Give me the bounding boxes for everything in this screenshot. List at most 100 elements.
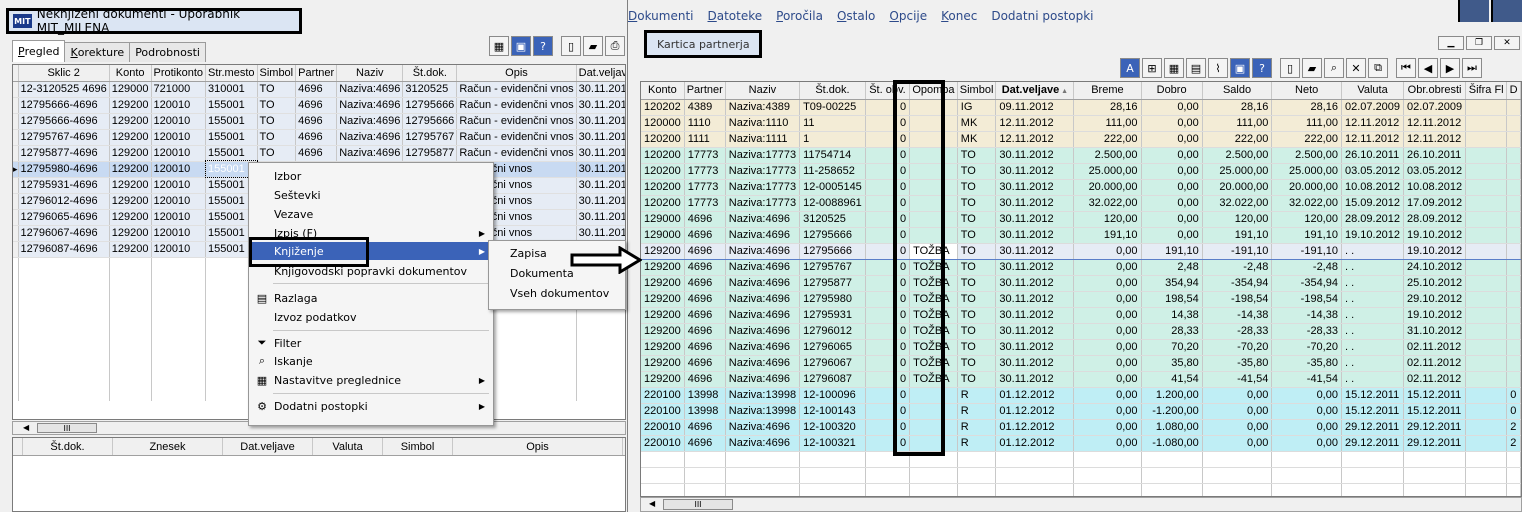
table-row[interactable]: 120202 4389 Naziva:4389 T09-00225 0 IG 09.11.2… xyxy=(641,99,1521,116)
column-header[interactable]: Str.mesto xyxy=(205,65,258,82)
table-cell[interactable]: 220010 xyxy=(641,435,685,452)
minimize-icon[interactable]: ▁ xyxy=(1438,36,1464,50)
menu-ostalo[interactable]: Ostalo xyxy=(837,9,875,23)
table-row[interactable]: 12795767-4696 129200 120010 155001 TO 4696 Naz… xyxy=(13,129,625,146)
table-cell[interactable]: 0 xyxy=(865,195,911,212)
column-header[interactable]: Protikonto xyxy=(151,65,207,82)
table-cell[interactable]: 129200 xyxy=(109,113,152,130)
table-cell[interactable]: 0 xyxy=(865,259,911,276)
table-cell[interactable]: 129000 xyxy=(109,81,152,98)
display-icon[interactable]: ▣ xyxy=(1230,58,1250,78)
table-cell[interactable]: 0 xyxy=(865,115,911,132)
table-cell[interactable] xyxy=(1465,195,1508,212)
table-cell[interactable] xyxy=(1465,275,1508,292)
table-cell[interactable] xyxy=(1506,179,1521,196)
col-header[interactable]: Valuta xyxy=(313,438,383,455)
menu-item-filter[interactable]: ⏷ Filter xyxy=(249,334,493,352)
table-cell[interactable]: 120,00 xyxy=(1202,211,1273,228)
menu-item-izpis[interactable]: Izpis (F) ▶ xyxy=(249,224,493,242)
table-cell[interactable]: 4696 xyxy=(684,355,726,372)
table-cell[interactable]: 12-0088961 xyxy=(799,195,866,212)
table-cell[interactable]: 129200 xyxy=(109,129,152,146)
table-cell[interactable]: 4389 xyxy=(684,99,726,116)
table-cell[interactable]: -191,10 xyxy=(1271,242,1342,260)
left-detail-grid[interactable]: Št.dok. Znesek Dat.veljave Valuta Simbol… xyxy=(12,437,626,512)
table-cell[interactable]: Naziva:4389 xyxy=(725,99,801,116)
layout-icon[interactable]: ▦ xyxy=(1164,58,1184,78)
table-cell[interactable]: 155001 xyxy=(205,129,258,146)
opomba-cell[interactable] xyxy=(909,147,958,164)
table-cell[interactable]: . . xyxy=(1341,323,1405,340)
opomba-cell[interactable] xyxy=(909,115,958,132)
table-row[interactable]: 129200 4696 Naziva:4696 12796012 0 TOŽBA TO 30.… xyxy=(641,323,1521,340)
table-cell[interactable]: -191,10 xyxy=(1202,242,1273,260)
opomba-cell[interactable] xyxy=(909,163,958,180)
table-cell[interactable]: . . xyxy=(1341,242,1405,260)
table-cell[interactable]: Naziva:17773 xyxy=(725,147,801,164)
table-cell[interactable]: 12796012-4696 xyxy=(18,193,110,210)
table-cell[interactable]: 12796065 xyxy=(799,339,866,356)
table-cell[interactable]: -2,48 xyxy=(1202,259,1273,276)
table-cell[interactable]: 1 xyxy=(799,131,866,148)
previous-record-icon[interactable]: ◀ xyxy=(1418,58,1438,78)
table-cell[interactable] xyxy=(1465,419,1508,436)
table-cell[interactable]: 10.08.2012 xyxy=(1403,179,1467,196)
table-cell[interactable]: 28.09.2012 xyxy=(1341,211,1405,228)
opomba-cell[interactable] xyxy=(909,227,958,244)
table-cell[interactable]: 4696 xyxy=(684,419,726,436)
table-cell[interactable] xyxy=(1465,179,1508,196)
table-cell[interactable]: 0,00 xyxy=(1073,307,1142,324)
table-row[interactable]: 220010 4696 Naziva:4696 12-100320 0 R 01.12.20… xyxy=(641,419,1521,436)
table-cell[interactable]: 0,00 xyxy=(1073,387,1142,404)
delete-icon[interactable]: ✕ xyxy=(1346,58,1366,78)
table-cell[interactable]: Naziva:4696 xyxy=(725,323,801,340)
table-cell[interactable] xyxy=(1465,323,1508,340)
column-header[interactable]: Valuta xyxy=(1341,82,1405,100)
column-header[interactable]: Konto xyxy=(109,65,152,82)
table-cell[interactable] xyxy=(1465,371,1508,388)
table-cell[interactable] xyxy=(1465,242,1508,260)
table-cell[interactable]: Račun - evidenčni vnos xyxy=(456,145,577,162)
table-cell[interactable]: 220100 xyxy=(641,387,685,404)
table-cell[interactable]: 28,16 xyxy=(1073,99,1142,116)
font-icon[interactable]: A xyxy=(1120,58,1140,78)
table-cell[interactable]: -35,80 xyxy=(1202,355,1273,372)
search-icon[interactable]: ⌕ xyxy=(1324,58,1344,78)
table-cell[interactable]: 0,00 xyxy=(1271,419,1342,436)
column-header[interactable]: Št.dok. xyxy=(799,82,866,100)
table-cell[interactable]: 0 xyxy=(865,227,911,244)
table-cell[interactable]: -1.200,00 xyxy=(1141,403,1203,420)
table-cell[interactable]: 0,00 xyxy=(1073,291,1142,308)
table-cell[interactable]: 19.10.2012 xyxy=(1403,227,1467,244)
column-header[interactable]: Št. obv. xyxy=(865,82,911,100)
table-cell[interactable] xyxy=(1506,99,1521,116)
column-header[interactable]: Saldo xyxy=(1202,82,1273,100)
taskbar-app-icon[interactable] xyxy=(1491,0,1522,22)
table-cell[interactable]: 12795666-4696 xyxy=(18,113,110,130)
table-cell[interactable]: TO xyxy=(257,113,297,130)
table-cell[interactable]: 2 xyxy=(1506,435,1521,452)
table-cell[interactable] xyxy=(1465,403,1508,420)
opomba-cell[interactable]: TOŽBA xyxy=(909,259,958,276)
table-cell[interactable] xyxy=(1506,227,1521,244)
table-cell[interactable]: 29.12.2011 xyxy=(1341,435,1405,452)
table-cell[interactable]: 129200 xyxy=(641,371,685,388)
table-cell[interactable]: -198,54 xyxy=(1271,291,1342,308)
table-cell[interactable] xyxy=(1506,147,1521,164)
table-cell[interactable]: 01.12.2012 xyxy=(995,387,1075,404)
column-header[interactable]: Št.dok. xyxy=(402,65,458,82)
table-cell[interactable]: TO xyxy=(257,97,297,114)
menu-porocila[interactable]: Poročila xyxy=(776,9,823,23)
table-cell[interactable]: 129200 xyxy=(109,161,152,178)
table-cell[interactable]: 11-258652 xyxy=(799,163,866,180)
table-cell[interactable] xyxy=(1465,435,1508,452)
table-cell[interactable] xyxy=(1465,211,1508,228)
table-cell[interactable]: 0,00 xyxy=(1141,195,1203,212)
table-cell[interactable]: 0,00 xyxy=(1073,259,1142,276)
table-cell[interactable]: 111,00 xyxy=(1271,115,1342,132)
table-cell[interactable]: 30.11.2012 xyxy=(995,307,1075,324)
table-cell[interactable]: 12795767 xyxy=(402,129,458,146)
table-cell[interactable]: 4696 xyxy=(684,275,726,292)
scroll-left-icon[interactable]: ◀ xyxy=(649,499,655,508)
table-cell[interactable]: 32.022,00 xyxy=(1271,195,1342,212)
